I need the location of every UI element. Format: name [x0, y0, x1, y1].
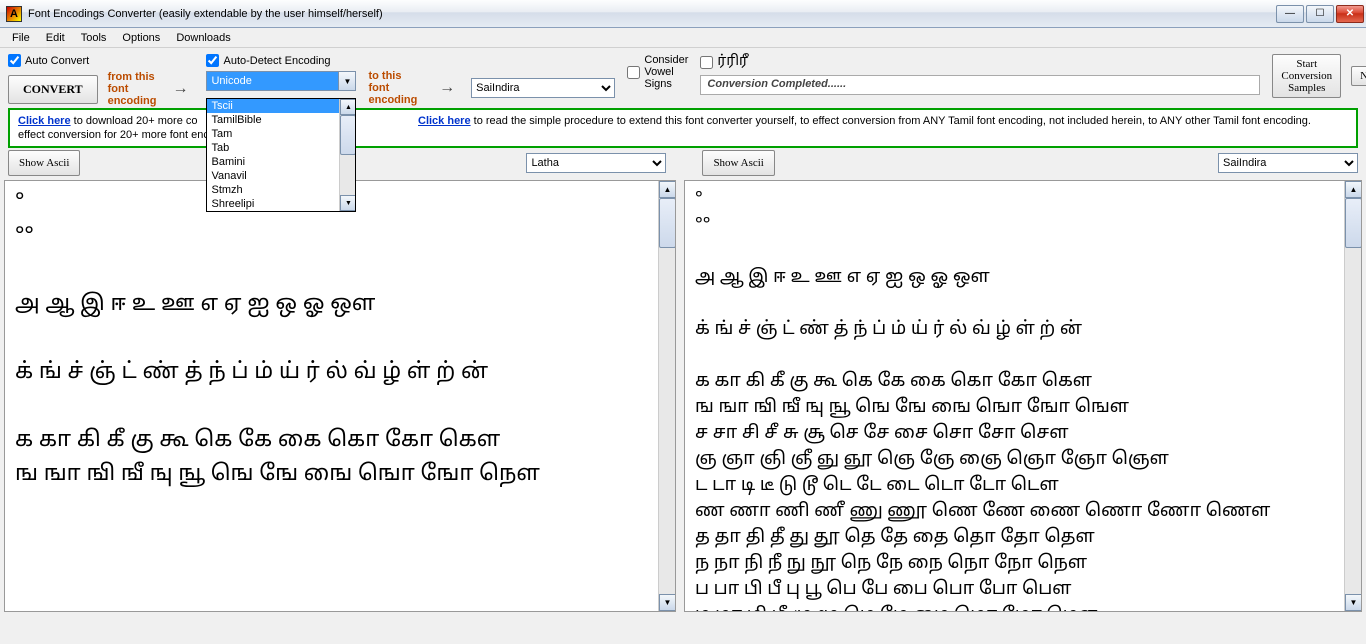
toolbar: Auto Convert CONVERT from this font enco…	[0, 48, 1366, 108]
dropdown-option[interactable]: Vanavil	[207, 169, 355, 183]
right-text-content[interactable]: ° °° அ ஆ இ ஈ உ ஊ எ ஏ ஐ ஒ ஓ ஔ க் ங் ச் ஞ்…	[685, 181, 1361, 612]
auto-detect-checkbox[interactable]: Auto-Detect Encoding	[206, 54, 330, 67]
arrow-icon: →	[433, 79, 461, 97]
content-area: ° °° அ ஆ இ ஈ உ ஊ எ ஏ ஐ ஒ ஓ ஔ க் ங் ச் ஞ்…	[0, 180, 1366, 616]
start-samples-button[interactable]: Start Conversion Samples	[1272, 54, 1341, 98]
info-text: to download 20+ more co	[71, 115, 198, 127]
download-link[interactable]: Click here	[18, 115, 71, 127]
scroll-thumb[interactable]	[340, 115, 356, 155]
auto-convert-checkbox[interactable]: Auto Convert	[8, 54, 89, 67]
show-ascii-right-button[interactable]: Show Ascii	[702, 150, 774, 176]
scroll-up-icon[interactable]: ▲	[340, 99, 356, 115]
left-scrollbar[interactable]: ▲ ▼	[658, 181, 675, 611]
scroll-down-icon[interactable]: ▼	[340, 195, 356, 211]
close-button[interactable]: ✕	[1336, 5, 1364, 23]
maximize-button[interactable]: ☐	[1306, 5, 1334, 23]
consider-vowel-label: Consider Vowel Signs	[644, 54, 688, 90]
auto-convert-label: Auto Convert	[25, 55, 89, 67]
right-scrollbar[interactable]: ▲ ▼	[1344, 181, 1361, 611]
info-right: Click here to read the simple procedure …	[408, 114, 1348, 142]
next-button[interactable]: Next	[1351, 66, 1366, 86]
dropdown-option[interactable]: Tam	[207, 127, 355, 141]
dropdown-option[interactable]: Stmzh	[207, 183, 355, 197]
scroll-down-icon[interactable]: ▼	[659, 594, 676, 611]
chevron-down-icon[interactable]: ▼	[338, 72, 355, 90]
from-encoding-dropdown[interactable]: Tscii TamilBible Tam Tab Bamini Vanavil …	[206, 98, 356, 212]
menu-options[interactable]: Options	[114, 30, 168, 46]
consider-vowel-input[interactable]	[627, 66, 640, 79]
status-field: Conversion Completed......	[700, 75, 1260, 95]
dropdown-option[interactable]: Tscii	[207, 99, 355, 113]
minimize-button[interactable]: ―	[1276, 5, 1304, 23]
auto-detect-input[interactable]	[206, 54, 219, 67]
font-left-combo[interactable]: Latha	[526, 153, 666, 173]
window-title: Font Encodings Converter (easily extenda…	[28, 8, 1276, 20]
info-text: to read the simple procedure to extend t…	[471, 115, 1311, 127]
second-row: Show Ascii Latha Show Ascii SaiIndira	[0, 148, 1366, 180]
scroll-thumb[interactable]	[1345, 198, 1362, 248]
show-ascii-left-button[interactable]: Show Ascii	[8, 150, 80, 176]
titlebar: A Font Encodings Converter (easily exten…	[0, 0, 1366, 28]
scroll-thumb[interactable]	[659, 198, 676, 248]
to-encoding-combo[interactable]: SaiIndira	[471, 78, 615, 98]
menu-tools[interactable]: Tools	[73, 30, 115, 46]
scroll-up-icon[interactable]: ▲	[1345, 181, 1362, 198]
menu-downloads[interactable]: Downloads	[168, 30, 238, 46]
to-encoding-label: to this font encoding	[368, 70, 423, 106]
menu-edit[interactable]: Edit	[38, 30, 73, 46]
dropdown-option[interactable]: TamilBible	[207, 113, 355, 127]
menu-file[interactable]: File	[4, 30, 38, 46]
scroll-up-icon[interactable]: ▲	[659, 181, 676, 198]
left-text-content[interactable]: ° °° அ ஆ இ ஈ உ ஊ எ ஏ ஐ ஒ ஓ ஔ க் ங் ச் ஞ்…	[5, 181, 675, 499]
tamil-checkbox[interactable]: ர்ரிரீ	[700, 54, 748, 71]
dropdown-option[interactable]: Bamini	[207, 155, 355, 169]
arrow-icon: →	[166, 80, 194, 98]
dropdown-option[interactable]: Shreelipi	[207, 197, 355, 211]
scroll-down-icon[interactable]: ▼	[1345, 594, 1362, 611]
left-text-pane[interactable]: ° °° அ ஆ இ ஈ உ ஊ எ ஏ ஐ ஒ ஓ ஔ க் ங் ச் ஞ்…	[4, 180, 676, 612]
from-encoding-combo[interactable]: Unicode ▼	[206, 71, 356, 91]
auto-convert-input[interactable]	[8, 54, 21, 67]
consider-vowel-checkbox[interactable]: Consider Vowel Signs	[627, 54, 688, 90]
font-right-combo[interactable]: SaiIndira	[1218, 153, 1358, 173]
from-encoding-selected: Unicode	[211, 75, 251, 87]
tamil-checkbox-label: ர்ரிரீ	[717, 54, 748, 71]
info-text: effect conversion for 20+ more font enc	[18, 129, 209, 141]
from-encoding-label: from this font encoding	[108, 71, 157, 107]
tamil-checkbox-input[interactable]	[700, 56, 713, 69]
convert-button[interactable]: CONVERT	[8, 75, 98, 104]
procedure-link[interactable]: Click here	[418, 115, 471, 127]
app-icon: A	[6, 6, 22, 22]
auto-detect-label: Auto-Detect Encoding	[223, 55, 330, 67]
dropdown-scrollbar[interactable]: ▲ ▼	[339, 99, 355, 211]
right-text-pane[interactable]: ° °° அ ஆ இ ஈ உ ஊ எ ஏ ஐ ஒ ஓ ஔ க் ங் ச் ஞ்…	[684, 180, 1362, 612]
dropdown-option[interactable]: Tab	[207, 141, 355, 155]
menubar: File Edit Tools Options Downloads	[0, 28, 1366, 48]
